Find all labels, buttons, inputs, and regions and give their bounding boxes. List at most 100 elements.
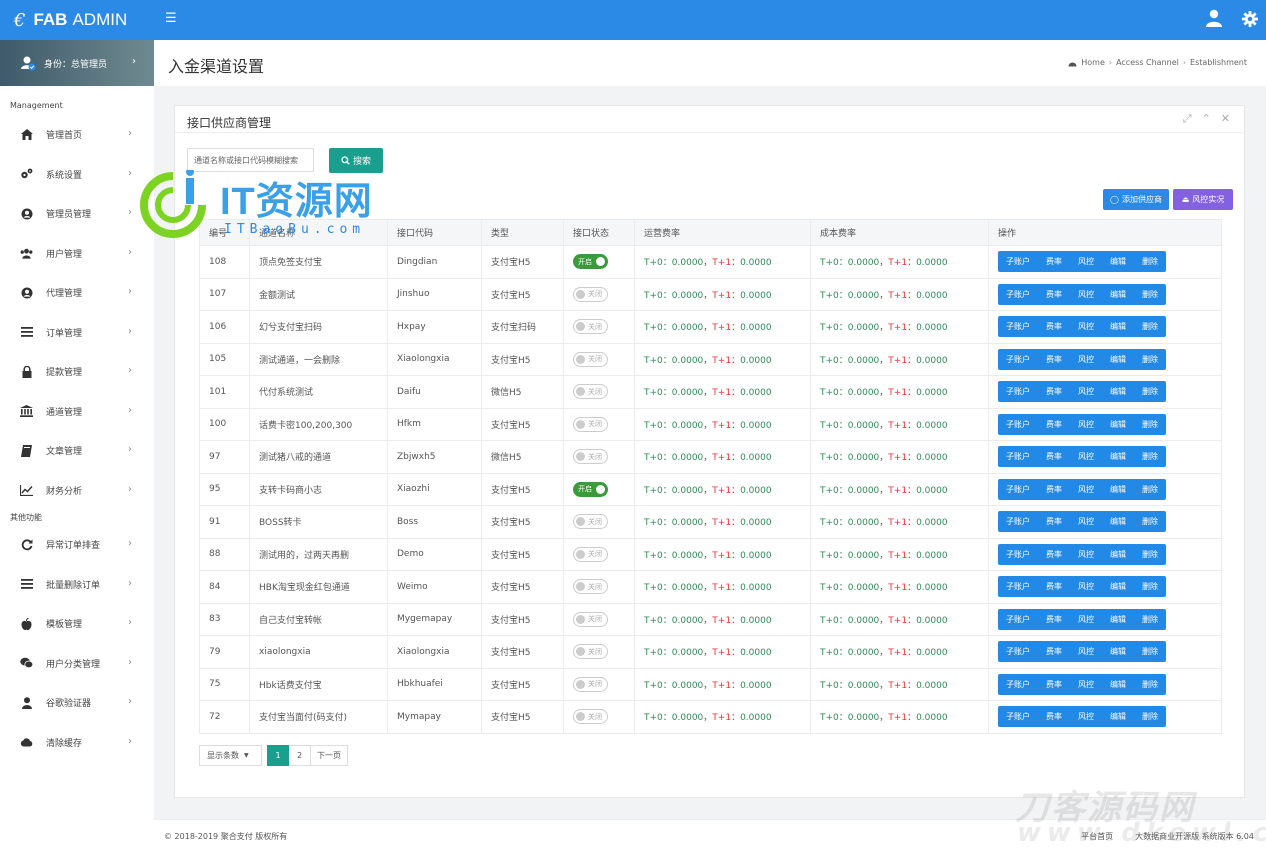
- sidebar-item[interactable]: 代理管理 ›: [0, 273, 154, 313]
- rate-button[interactable]: 费率: [1038, 511, 1070, 532]
- delete-button[interactable]: 删除: [1134, 381, 1166, 402]
- risk-button[interactable]: 风控: [1070, 349, 1102, 370]
- breadcrumb-access-channel[interactable]: Access Channel: [1116, 58, 1179, 67]
- rate-button[interactable]: 费率: [1038, 414, 1070, 435]
- sidebar-item[interactable]: 批量删除订单 ›: [0, 565, 154, 605]
- breadcrumb-home[interactable]: Home: [1081, 58, 1105, 67]
- rate-button[interactable]: 费率: [1038, 349, 1070, 370]
- sidebar-item[interactable]: 文章管理 ›: [0, 431, 154, 471]
- collapse-icon[interactable]: ⌃: [1202, 112, 1211, 126]
- delete-button[interactable]: 删除: [1134, 511, 1166, 532]
- sub-account-button[interactable]: 子账户: [998, 706, 1038, 727]
- edit-button[interactable]: 编辑: [1102, 316, 1134, 337]
- edit-button[interactable]: 编辑: [1102, 674, 1134, 695]
- sub-account-button[interactable]: 子账户: [998, 414, 1038, 435]
- edit-button[interactable]: 编辑: [1102, 446, 1134, 467]
- sidebar-item[interactable]: 订单管理 ›: [0, 313, 154, 353]
- sidebar-item[interactable]: 用户管理 ›: [0, 234, 154, 274]
- search-input[interactable]: [187, 148, 314, 172]
- delete-button[interactable]: 删除: [1134, 251, 1166, 272]
- delete-button[interactable]: 删除: [1134, 674, 1166, 695]
- sidebar-item[interactable]: 系统设置 ›: [0, 155, 154, 195]
- sidebar-item[interactable]: 管理首页 ›: [0, 115, 154, 155]
- risk-button[interactable]: 风控: [1070, 674, 1102, 695]
- status-toggle[interactable]: 开启: [573, 254, 608, 270]
- rate-button[interactable]: 费率: [1038, 284, 1070, 305]
- expand-icon[interactable]: ⤢: [1183, 112, 1192, 126]
- rate-button[interactable]: 费率: [1038, 641, 1070, 662]
- edit-button[interactable]: 编辑: [1102, 511, 1134, 532]
- sub-account-button[interactable]: 子账户: [998, 641, 1038, 662]
- rate-button[interactable]: 费率: [1038, 479, 1070, 500]
- user-icon[interactable]: [1206, 9, 1222, 27]
- profile-bar[interactable]: 身份：总管理员 ›: [0, 40, 154, 86]
- status-toggle[interactable]: 关闭: [573, 416, 608, 432]
- sub-account-button[interactable]: 子账户: [998, 251, 1038, 272]
- rate-button[interactable]: 费率: [1038, 576, 1070, 597]
- delete-button[interactable]: 删除: [1134, 284, 1166, 305]
- risk-button[interactable]: 风控: [1070, 381, 1102, 402]
- rate-button[interactable]: 费率: [1038, 674, 1070, 695]
- sub-account-button[interactable]: 子账户: [998, 609, 1038, 630]
- sidebar-item[interactable]: 财务分析 ›: [0, 471, 154, 511]
- delete-button[interactable]: 删除: [1134, 414, 1166, 435]
- delete-button[interactable]: 删除: [1134, 609, 1166, 630]
- delete-button[interactable]: 删除: [1134, 479, 1166, 500]
- edit-button[interactable]: 编辑: [1102, 479, 1134, 500]
- risk-button[interactable]: 风控: [1070, 414, 1102, 435]
- status-toggle[interactable]: 关闭: [573, 546, 608, 562]
- sidebar-item[interactable]: 异常订单排查 ›: [0, 525, 154, 565]
- sub-account-button[interactable]: 子账户: [998, 284, 1038, 305]
- sub-account-button[interactable]: 子账户: [998, 511, 1038, 532]
- status-toggle[interactable]: 关闭: [573, 644, 608, 660]
- risk-button[interactable]: 风控: [1070, 544, 1102, 565]
- risk-button[interactable]: 风控: [1070, 609, 1102, 630]
- delete-button[interactable]: 删除: [1134, 316, 1166, 337]
- status-toggle[interactable]: 关闭: [573, 514, 608, 530]
- risk-button[interactable]: 风控: [1070, 511, 1102, 532]
- delete-button[interactable]: 删除: [1134, 641, 1166, 662]
- rate-button[interactable]: 费率: [1038, 706, 1070, 727]
- close-icon[interactable]: ✕: [1221, 112, 1230, 126]
- edit-button[interactable]: 编辑: [1102, 706, 1134, 727]
- search-button[interactable]: 搜索: [329, 148, 383, 173]
- page-2-button[interactable]: 2: [289, 745, 311, 766]
- status-toggle[interactable]: 关闭: [573, 286, 608, 302]
- platform-home-link[interactable]: 平台首页: [1081, 831, 1113, 842]
- rate-button[interactable]: 费率: [1038, 316, 1070, 337]
- edit-button[interactable]: 编辑: [1102, 641, 1134, 662]
- edit-button[interactable]: 编辑: [1102, 544, 1134, 565]
- edit-button[interactable]: 编辑: [1102, 284, 1134, 305]
- risk-button[interactable]: 风控: [1070, 284, 1102, 305]
- edit-button[interactable]: 编辑: [1102, 251, 1134, 272]
- add-supplier-button[interactable]: ◯ 添加供应商: [1103, 189, 1169, 210]
- risk-button[interactable]: 风控: [1070, 706, 1102, 727]
- sidebar-item[interactable]: 提款管理 ›: [0, 352, 154, 392]
- edit-button[interactable]: 编辑: [1102, 381, 1134, 402]
- status-toggle[interactable]: 关闭: [573, 579, 608, 595]
- status-toggle[interactable]: 关闭: [573, 676, 608, 692]
- rate-button[interactable]: 费率: [1038, 609, 1070, 630]
- sub-account-button[interactable]: 子账户: [998, 316, 1038, 337]
- risk-button[interactable]: 风控: [1070, 641, 1102, 662]
- status-toggle[interactable]: 关闭: [573, 319, 608, 335]
- edit-button[interactable]: 编辑: [1102, 349, 1134, 370]
- risk-button[interactable]: 风控: [1070, 316, 1102, 337]
- risk-monitor-button[interactable]: ⏏ 风控实况: [1173, 189, 1233, 210]
- page-size-select[interactable]: 显示条数 ▼: [199, 745, 262, 766]
- delete-button[interactable]: 删除: [1134, 576, 1166, 597]
- sub-account-button[interactable]: 子账户: [998, 349, 1038, 370]
- status-toggle[interactable]: 开启: [573, 481, 608, 497]
- sidebar-item[interactable]: 谷歌验证器 ›: [0, 683, 154, 723]
- brand-logo[interactable]: € FAB ADMIN: [0, 0, 154, 40]
- sub-account-button[interactable]: 子账户: [998, 446, 1038, 467]
- delete-button[interactable]: 删除: [1134, 706, 1166, 727]
- page-1-button[interactable]: 1: [267, 745, 289, 766]
- sidebar-item[interactable]: 管理员管理 ›: [0, 194, 154, 234]
- rate-button[interactable]: 费率: [1038, 544, 1070, 565]
- sidebar-item[interactable]: 模板管理 ›: [0, 604, 154, 644]
- edit-button[interactable]: 编辑: [1102, 414, 1134, 435]
- rate-button[interactable]: 费率: [1038, 446, 1070, 467]
- edit-button[interactable]: 编辑: [1102, 609, 1134, 630]
- risk-button[interactable]: 风控: [1070, 446, 1102, 467]
